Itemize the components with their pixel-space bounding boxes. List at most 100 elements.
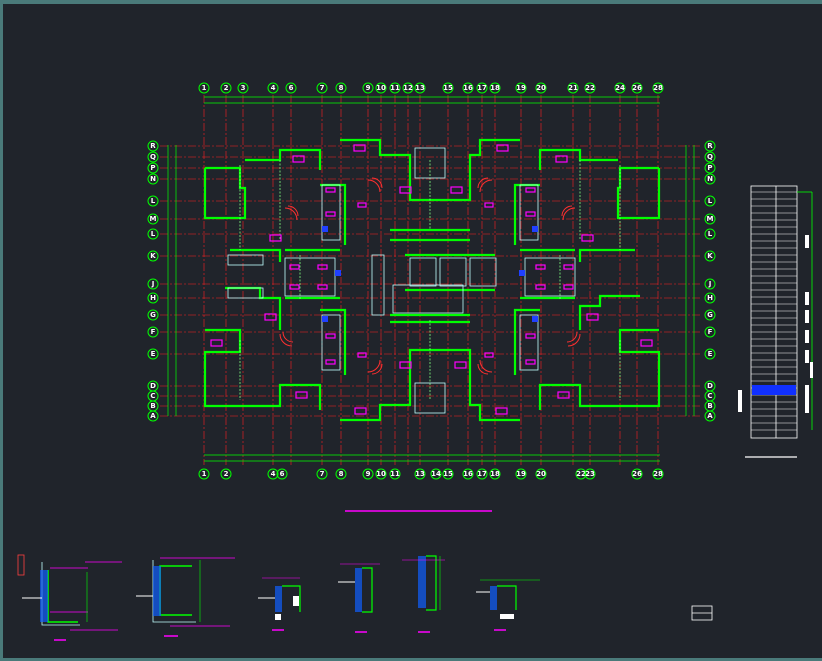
axis-bubbles-top: 1 2 3 4 6 7 8 9 10 11 12 13 15 16 17 18 19 20 21 22 24 26 28: [198, 82, 664, 94]
axis-right-bubble-10: H: [704, 292, 716, 304]
axis-top-bubble-label: 9: [366, 84, 371, 92]
axis-top-bubble-label: 26: [632, 84, 642, 92]
axis-left-bubble-5: L: [147, 195, 159, 207]
axis-right-bubble-label: D: [707, 382, 713, 390]
axis-top-bubble-label: 4: [271, 84, 276, 92]
axis-right-bubble-12: F: [704, 326, 716, 338]
axis-left-bubble-label: G: [150, 311, 156, 319]
axis-bottom-bubble-21: 28: [652, 468, 664, 480]
axis-top-bubble-label: 10: [376, 84, 386, 92]
axis-top-bubble-label: 20: [536, 84, 546, 92]
axis-bottom-bubble-label: 23: [585, 470, 595, 478]
detail-section-2: [136, 557, 235, 637]
axis-bottom-bubble-label: 4: [271, 470, 276, 478]
axis-left-bubble-9: J: [147, 278, 159, 290]
axis-bottom-bubble-label: 20: [536, 470, 546, 478]
axis-top-bubble-3: 3: [237, 82, 249, 94]
axis-bottom-bubble-label: 17: [477, 470, 487, 478]
axis-right-bubble-label: F: [708, 328, 713, 336]
fixtures: [227, 147, 576, 414]
axis-left-bubble-label: K: [150, 252, 156, 260]
axis-bottom-bubble-19: 23: [584, 468, 596, 480]
axis-left-bubble-1: R: [147, 140, 159, 152]
axis-top-bubble-label: 16: [463, 84, 473, 92]
axis-left-bubble-17: A: [147, 410, 159, 422]
axis-top-bubble-16: 18: [489, 82, 501, 94]
axis-left-bubble-8: K: [147, 250, 159, 262]
axis-right-bubble-16: B: [704, 400, 716, 412]
axis-bottom-bubble-16: 19: [515, 468, 527, 480]
axis-top-bubble-label: 22: [585, 84, 595, 92]
axis-right-bubble-6: M: [704, 213, 716, 225]
axis-bottom-bubble-8: 10: [375, 468, 387, 480]
axis-top-bubble-8: 9: [362, 82, 374, 94]
axis-left-bubble-10: H: [147, 292, 159, 304]
axis-left-bubble-7: L: [147, 228, 159, 240]
axis-top-bubble-12: 13: [414, 82, 426, 94]
axis-top-bubble-1: 1: [198, 82, 210, 94]
axis-left-bubble-label: L: [151, 230, 156, 238]
axis-left-bubble-13: E: [147, 348, 159, 360]
axis-bottom-bubble-9: 11: [389, 468, 401, 480]
floor-plan-drawing[interactable]: 1 2 3 4 6 7 8 9 10 11 12 13 15 16 17 18 19 20 21 22 24 26 28 1…: [0, 0, 822, 661]
detail-section-3: [258, 577, 301, 631]
axis-right-bubble-label: A: [707, 412, 713, 420]
axis-left-bubble-label: D: [150, 382, 156, 390]
axis-left-bubble-label: P: [150, 164, 155, 172]
axis-top-bubble-2: 2: [220, 82, 232, 94]
axis-left-bubble-label: L: [151, 197, 156, 205]
axis-top-bubble-label: 17: [477, 84, 487, 92]
axis-bottom-bubble-label: 8: [339, 470, 344, 478]
axis-bottom-bubble-label: 28: [653, 470, 663, 478]
axis-bottom-bubble-label: 2: [224, 470, 229, 478]
axis-left-bubble-15: C: [147, 390, 159, 402]
axis-top-bubble-19: 21: [567, 82, 579, 94]
axis-right-bubble-label: C: [707, 392, 712, 400]
axis-top-bubble-7: 8: [335, 82, 347, 94]
axis-left-bubble-14: D: [147, 380, 159, 392]
axis-left-bubble-label: N: [150, 175, 156, 183]
axis-right-bubble-9: J: [704, 278, 716, 290]
axis-top-bubble-5: 6: [285, 82, 297, 94]
axis-bottom-bubble-label: 13: [415, 470, 425, 478]
cad-viewport[interactable]: 1 2 3 4 6 7 8 9 10 11 12 13 15 16 17 18 19 20 21 22 24 26 28 1…: [0, 0, 822, 661]
axis-right-bubble-label: L: [708, 197, 713, 205]
axis-top-bubble-label: 13: [415, 84, 425, 92]
axis-bottom-bubble-5: 7: [316, 468, 328, 480]
axis-top-bubble-20: 22: [584, 82, 596, 94]
axis-top-bubble-label: 15: [443, 84, 453, 92]
axis-left-bubble-11: G: [147, 309, 159, 321]
axis-bubbles-right: RQPNLMLKJHGFEDCBA: [704, 140, 716, 422]
axis-top-bubble-14: 16: [462, 82, 474, 94]
axis-bottom-bubble-17: 20: [535, 468, 547, 480]
axis-left-bubble-16: B: [147, 400, 159, 412]
axis-right-bubble-label: N: [707, 175, 713, 183]
axis-top-bubble-label: 28: [653, 84, 663, 92]
axis-left-bubble-label: H: [150, 294, 156, 302]
axis-top-bubble-21: 24: [614, 82, 626, 94]
axis-bottom-bubble-20: 26: [631, 468, 643, 480]
axis-bottom-bubble-label: 1: [202, 470, 207, 478]
axis-right-bubble-17: A: [704, 410, 716, 422]
axis-left-bubble-label: F: [151, 328, 156, 336]
axis-right-bubble-7: L: [704, 228, 716, 240]
axis-right-bubble-2: Q: [704, 151, 716, 163]
axis-top-bubble-4: 4: [267, 82, 279, 94]
axis-bottom-bubble-1: 1: [198, 468, 210, 480]
axis-bottom-bubble-13: 16: [462, 468, 474, 480]
axis-top-bubble-15: 17: [476, 82, 488, 94]
axis-left-bubble-label: A: [150, 412, 156, 420]
axis-top-bubble-label: 3: [241, 84, 246, 92]
axis-bottom-bubble-label: 18: [490, 470, 500, 478]
axis-right-bubble-label: L: [708, 230, 713, 238]
axis-bottom-bubble-2: 2: [220, 468, 232, 480]
axis-top-bubble-11: 12: [402, 82, 414, 94]
axis-bottom-bubble-6: 8: [335, 468, 347, 480]
axis-top-bubble-22: 26: [631, 82, 643, 94]
section-table: [750, 185, 813, 439]
axis-left-bubble-label: R: [150, 142, 156, 150]
detail-section-6: [476, 579, 540, 631]
axis-bottom-bubble-label: 14: [431, 470, 441, 478]
axis-top-bubble-13: 15: [442, 82, 454, 94]
axis-right-bubble-13: E: [704, 348, 716, 360]
